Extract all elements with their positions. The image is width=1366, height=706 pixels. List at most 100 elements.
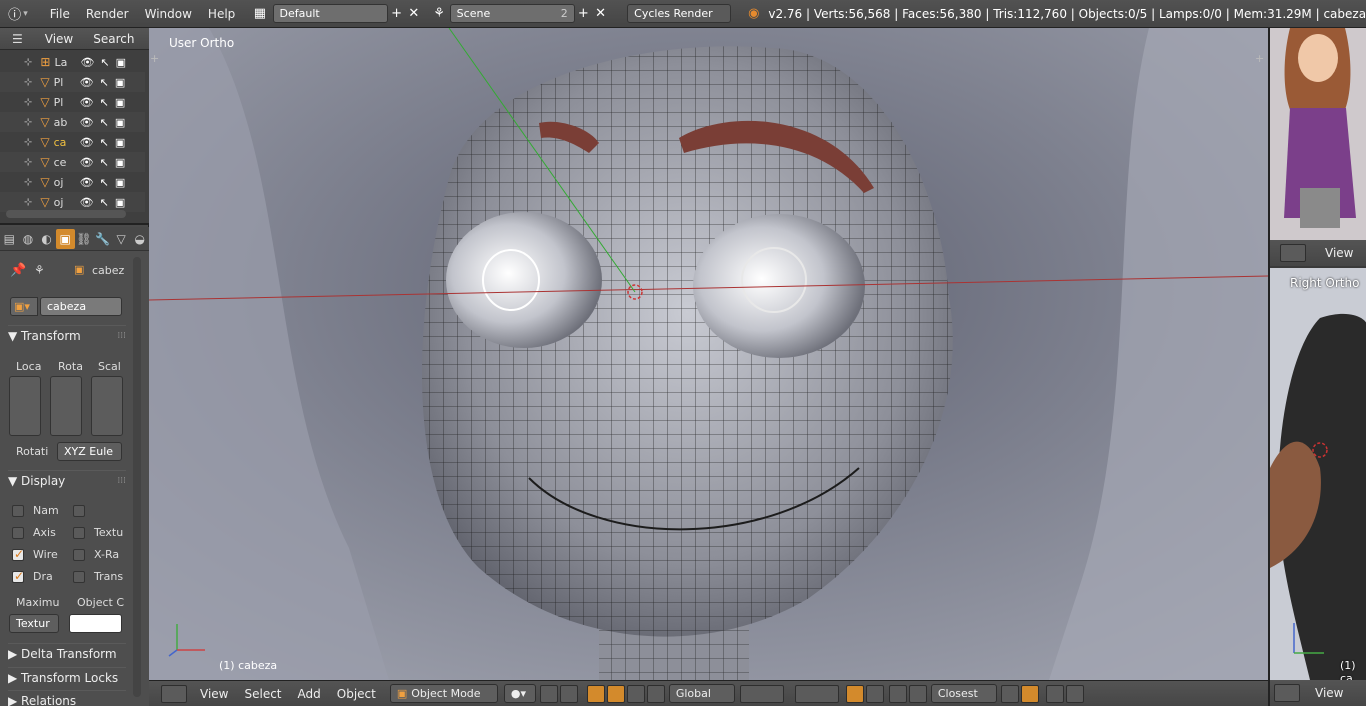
visibility-eye-icon[interactable]: 👁: [80, 116, 94, 129]
render-camera-icon[interactable]: ▣: [116, 56, 126, 69]
snap-element-icon[interactable]: [908, 684, 927, 703]
visibility-eye-icon[interactable]: 👁: [80, 176, 94, 189]
outliner-scrollbar[interactable]: [6, 210, 126, 218]
transform-icon[interactable]: [646, 684, 665, 703]
menu-render[interactable]: Render: [78, 7, 137, 21]
mode-dropdown[interactable]: ▣ Object Mode: [389, 684, 498, 703]
grip-icon[interactable]: ⁞⁞⁞: [117, 331, 126, 341]
rotation-fields[interactable]: [50, 376, 82, 436]
viewport-menu-object[interactable]: Object: [329, 687, 384, 701]
menu-help[interactable]: Help: [200, 7, 243, 21]
render-camera-icon[interactable]: ▣: [115, 96, 125, 109]
outliner-object-name[interactable]: oj: [54, 176, 76, 189]
scene-field[interactable]: Scene 2: [449, 4, 575, 23]
data-tab-icon[interactable]: ▽: [112, 229, 131, 249]
properties-scrollbar[interactable]: [133, 257, 141, 697]
outliner-object-name[interactable]: ce: [54, 156, 76, 169]
visibility-eye-icon[interactable]: 👁: [80, 96, 94, 109]
outliner-row[interactable]: ⊹ ⊞ La 👁 ↖ ▣: [0, 52, 145, 72]
scale-manipulator-icon[interactable]: [626, 684, 645, 703]
render-layers-tab-icon[interactable]: ▤: [0, 229, 19, 249]
outliner-row[interactable]: ⊹ ▽ ab 👁 ↖ ▣: [0, 112, 145, 132]
material-tab-icon[interactable]: ◒: [130, 229, 149, 249]
outliner-object-name[interactable]: oj: [54, 196, 76, 209]
manipulator-icon[interactable]: [559, 684, 578, 703]
object-name-field[interactable]: cabeza: [40, 297, 122, 316]
outliner-menu-search[interactable]: Search: [85, 32, 142, 46]
menu-window[interactable]: Window: [137, 7, 200, 21]
chevron-down-icon[interactable]: ▾: [23, 9, 28, 19]
expand-icon[interactable]: ⊹: [24, 137, 32, 148]
visibility-eye-icon[interactable]: 👁: [80, 156, 94, 169]
display-checkbox[interactable]: [73, 527, 85, 539]
image-editor-type-icon[interactable]: [1280, 244, 1306, 262]
delta-transform-panel-header[interactable]: ▶ Delta Transform: [8, 643, 126, 663]
grip-icon[interactable]: ⁞⁞⁞: [117, 476, 126, 486]
right-viewport[interactable]: Right Ortho (1) ca: [1270, 268, 1366, 680]
close-scene-icon[interactable]: ✕: [592, 5, 609, 23]
display-checkbox[interactable]: [73, 505, 85, 517]
add-scene-icon[interactable]: +: [575, 5, 592, 23]
outliner-object-name[interactable]: Pl: [54, 96, 76, 109]
display-checkbox[interactable]: [12, 527, 24, 539]
selectable-cursor-icon[interactable]: ↖: [100, 136, 109, 149]
relations-panel-header[interactable]: ▶ Relations: [8, 690, 126, 706]
expand-icon[interactable]: ⊹: [24, 197, 32, 208]
modifiers-tab-icon[interactable]: 🔧: [93, 229, 112, 249]
scene-icon[interactable]: ⚘: [430, 5, 447, 23]
expand-icon[interactable]: ⊹: [24, 157, 32, 168]
selectable-cursor-icon[interactable]: ↖: [100, 196, 109, 209]
display-checkbox[interactable]: [73, 571, 85, 583]
object-type-icon[interactable]: ▣▾: [10, 297, 38, 316]
proportional-edit-icon[interactable]: [865, 684, 884, 703]
outliner-row[interactable]: ⊹ ▽ Pl 👁 ↖ ▣: [0, 72, 145, 92]
transform-locks-panel-header[interactable]: ▶ Transform Locks: [8, 667, 126, 687]
viewport-menu-select[interactable]: Select: [236, 687, 289, 701]
visibility-eye-icon[interactable]: 👁: [80, 56, 94, 69]
render-camera-icon[interactable]: ▣: [115, 196, 125, 209]
outliner-object-name[interactable]: La: [54, 56, 76, 69]
display-checkbox[interactable]: [12, 569, 24, 583]
outliner-row[interactable]: ⊹ ▽ ca 👁 ↖ ▣: [0, 132, 145, 152]
selectable-cursor-icon[interactable]: ↖: [100, 116, 109, 129]
image-editor-menu-view[interactable]: View: [1317, 246, 1361, 260]
display-checkbox[interactable]: [73, 549, 85, 561]
constraints-tab-icon[interactable]: ⛓: [75, 229, 94, 249]
screen-layout-icon[interactable]: ▦: [251, 5, 268, 23]
editor-type-icon[interactable]: [161, 684, 187, 703]
snap-icon[interactable]: [888, 684, 907, 703]
outliner-object-name[interactable]: ab: [54, 116, 76, 129]
viewport-menu-add[interactable]: Add: [290, 687, 329, 701]
snap-project-icon[interactable]: [1020, 684, 1039, 703]
info-icon[interactable]: ⓘ: [6, 5, 23, 23]
outliner-row[interactable]: ⊹ ▽ oj 👁 ↖ ▣: [0, 172, 145, 192]
selectable-cursor-icon[interactable]: ↖: [100, 96, 109, 109]
outliner-row[interactable]: ⊹ ▽ ce 👁 ↖ ▣: [0, 152, 145, 172]
display-panel-header[interactable]: ▼ Display ⁞⁞⁞: [8, 470, 126, 490]
render-engine-dropdown[interactable]: Cycles Render: [627, 4, 732, 23]
selectable-cursor-icon[interactable]: ↖: [100, 76, 109, 89]
outliner-row[interactable]: ⊹ ▽ Pl 👁 ↖ ▣: [0, 92, 145, 112]
rotation-mode-dropdown[interactable]: XYZ Eule: [57, 442, 122, 461]
lock-camera-icon[interactable]: [845, 684, 864, 703]
viewport-shading-dropdown[interactable]: ●▾: [503, 684, 536, 703]
object-color-swatch[interactable]: [69, 614, 122, 633]
snap-target-dropdown[interactable]: Closest: [930, 684, 997, 703]
properties-toggle-icon[interactable]: +: [1255, 52, 1264, 65]
object-tab-icon[interactable]: ▣: [55, 228, 75, 249]
visibility-eye-icon[interactable]: 👁: [80, 136, 94, 149]
expand-icon[interactable]: ⊹: [24, 177, 32, 188]
layer-buttons[interactable]: [739, 684, 784, 703]
display-checkbox[interactable]: [12, 547, 24, 561]
world-tab-icon[interactable]: ◐: [37, 229, 56, 249]
outliner-object-name[interactable]: Pl: [54, 76, 76, 89]
visibility-eye-icon[interactable]: 👁: [80, 76, 94, 89]
scale-fields[interactable]: [91, 376, 123, 436]
render-camera-icon[interactable]: ▣: [115, 136, 125, 149]
viewport-menu-view[interactable]: View: [192, 687, 236, 701]
outliner-menu-view[interactable]: View: [37, 32, 81, 46]
render-animation-icon[interactable]: [1065, 684, 1084, 703]
screen-layout-field[interactable]: Default: [272, 4, 388, 23]
selectable-cursor-icon[interactable]: ↖: [100, 156, 109, 169]
expand-icon[interactable]: ⊹: [24, 77, 32, 88]
